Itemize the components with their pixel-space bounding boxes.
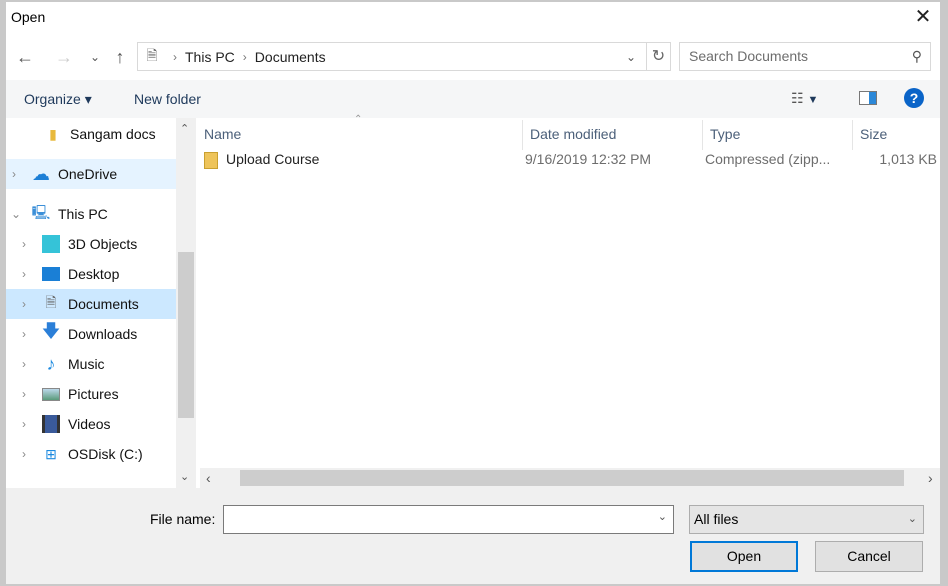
chevron-right-icon[interactable]: › <box>22 237 26 251</box>
file-type-value: All files <box>694 511 739 527</box>
chevron-down-icon[interactable]: ⌄ <box>658 510 667 523</box>
chevron-right-icon: › <box>173 49 177 64</box>
sidebar-item-osdisk[interactable]: › ⊞ OSDisk (C:) <box>6 439 176 469</box>
computer-icon: 🖳 <box>31 204 51 220</box>
cube-icon <box>42 235 60 253</box>
chevron-right-icon[interactable]: › <box>12 167 16 181</box>
organize-button[interactable]: Organize ▾ <box>24 91 92 108</box>
pictures-icon <box>42 387 60 401</box>
sidebar-item-downloads[interactable]: › 🡇 Downloads <box>6 319 176 349</box>
sidebar-item-label: Music <box>68 356 105 372</box>
column-divider[interactable] <box>522 120 523 150</box>
search-icon: ⚲ <box>911 48 922 64</box>
sidebar-item-music[interactable]: › ♪ Music <box>6 349 176 379</box>
close-button[interactable]: ✕ <box>911 5 935 29</box>
bottom-panel <box>6 488 940 584</box>
sidebar-item-pictures[interactable]: › Pictures <box>6 379 176 409</box>
chevron-right-icon[interactable]: › <box>22 447 26 461</box>
file-date: 9/16/2019 12:32 PM <box>525 151 652 167</box>
download-icon: 🡇 <box>41 321 61 341</box>
sidebar-item-label: Desktop <box>68 266 120 282</box>
file-type-select[interactable]: All files ⌄ <box>689 505 924 534</box>
chevron-right-icon: › <box>242 49 247 64</box>
recent-dropdown-button[interactable]: ⌄ <box>84 46 106 68</box>
file-name[interactable]: Upload Course <box>226 151 319 167</box>
sidebar-item-label: Pictures <box>68 386 119 402</box>
breadcrumb-this-pc[interactable]: This PC <box>185 49 235 65</box>
sidebar-item-this-pc[interactable]: ⌄ 🖳 This PC <box>6 199 176 229</box>
sidebar-item-label: This PC <box>58 206 108 222</box>
chevron-right-icon[interactable]: › <box>22 417 26 431</box>
refresh-button[interactable]: ↻ <box>646 43 670 70</box>
sort-ascending-icon: ⌃ <box>354 114 363 125</box>
column-divider[interactable] <box>852 120 853 150</box>
breadcrumb-documents[interactable]: Documents <box>255 49 326 65</box>
sidebar-item-sangam-docs[interactable]: ▮ Sangam docs <box>6 119 176 149</box>
horizontal-scrollbar-thumb[interactable] <box>240 470 904 486</box>
sidebar-item-label: Documents <box>68 296 139 312</box>
sidebar-item-label: OSDisk (C:) <box>68 446 143 462</box>
file-name-label: File name: <box>150 511 216 527</box>
sidebar-item-3d-objects[interactable]: › 3D Objects <box>6 229 176 259</box>
view-options-icon[interactable]: ☷ ▼ <box>791 90 818 107</box>
open-dialog: Open ✕ ← → ⌄ ↑ 🗎 › This PC › Documents ⌄… <box>6 2 940 584</box>
address-bar[interactable]: 🗎 › This PC › Documents ⌄ ↻ <box>137 42 671 71</box>
chevron-down-icon: ⌄ <box>907 513 917 525</box>
sidebar-item-label: Sangam docs <box>70 126 156 142</box>
column-header-name[interactable]: Name <box>204 126 241 142</box>
sidebar-item-documents[interactable]: › 🗎 Documents <box>6 289 176 319</box>
music-icon: ♪ <box>46 353 56 374</box>
toolbar: Organize ▾ New folder ☷ ▼ ? <box>6 80 940 118</box>
folder-icon: ▮ <box>49 125 57 142</box>
navigation-pane: ▮ Sangam docs › ☁ OneDrive ⌄ 🖳 This PC › 3D Ob… <box>6 118 176 470</box>
search-input[interactable]: Search Documents ⚲ <box>679 42 931 71</box>
column-divider[interactable] <box>702 120 703 150</box>
zip-folder-icon <box>204 152 218 169</box>
window-title: Open <box>11 9 46 25</box>
chevron-right-icon[interactable]: › <box>22 387 26 401</box>
sidebar-item-onedrive[interactable]: › ☁ OneDrive <box>6 159 176 189</box>
sidebar-item-desktop[interactable]: › Desktop <box>6 259 176 289</box>
chevron-right-icon[interactable]: › <box>22 327 26 341</box>
file-type: Compressed (zipp... <box>705 151 831 167</box>
scroll-right-arrow[interactable]: › <box>928 470 933 486</box>
chevron-right-icon[interactable]: › <box>22 297 26 311</box>
column-header-size[interactable]: Size <box>860 126 887 142</box>
column-header-type[interactable]: Type <box>710 126 740 142</box>
scroll-left-arrow[interactable]: ‹ <box>206 470 211 486</box>
sidebar-item-videos[interactable]: › Videos <box>6 409 176 439</box>
chevron-down-icon[interactable]: ⌄ <box>11 207 21 221</box>
desktop-icon <box>42 267 60 281</box>
cancel-button[interactable]: Cancel <box>815 541 923 572</box>
chevron-right-icon[interactable]: › <box>22 357 26 371</box>
sidebar-scrollbar-thumb[interactable] <box>178 252 194 418</box>
open-button[interactable]: Open <box>690 541 798 572</box>
help-icon[interactable]: ? <box>904 88 924 108</box>
column-header-date-modified[interactable]: Date modified <box>530 126 616 142</box>
videos-icon <box>42 415 60 433</box>
preview-pane-icon[interactable] <box>859 91 877 105</box>
search-placeholder: Search Documents <box>689 48 809 64</box>
document-icon: 🗎 <box>45 294 57 310</box>
file-size: 1,013 KB <box>879 151 937 167</box>
forward-button[interactable]: → <box>53 46 75 68</box>
drive-icon: ⊞ <box>45 445 57 462</box>
file-name-input[interactable]: ⌄ <box>223 505 674 534</box>
scroll-down-arrow[interactable]: ⌄ <box>180 470 189 483</box>
new-folder-button[interactable]: New folder <box>134 91 201 107</box>
organize-label: Organize <box>24 91 81 107</box>
sidebar-item-label: Downloads <box>68 326 138 342</box>
sidebar-item-label: Videos <box>68 416 111 432</box>
back-button[interactable]: ← <box>14 46 36 68</box>
chevron-down-icon[interactable]: ⌄ <box>626 50 636 64</box>
sidebar-item-label: OneDrive <box>58 166 118 182</box>
up-button[interactable]: ↑ <box>109 46 131 68</box>
document-icon: 🗎 <box>146 46 158 63</box>
cloud-icon: ☁ <box>32 163 50 184</box>
sidebar-item-label: 3D Objects <box>68 236 138 252</box>
scroll-up-arrow[interactable]: ⌃ <box>180 122 189 135</box>
chevron-right-icon[interactable]: › <box>22 267 26 281</box>
